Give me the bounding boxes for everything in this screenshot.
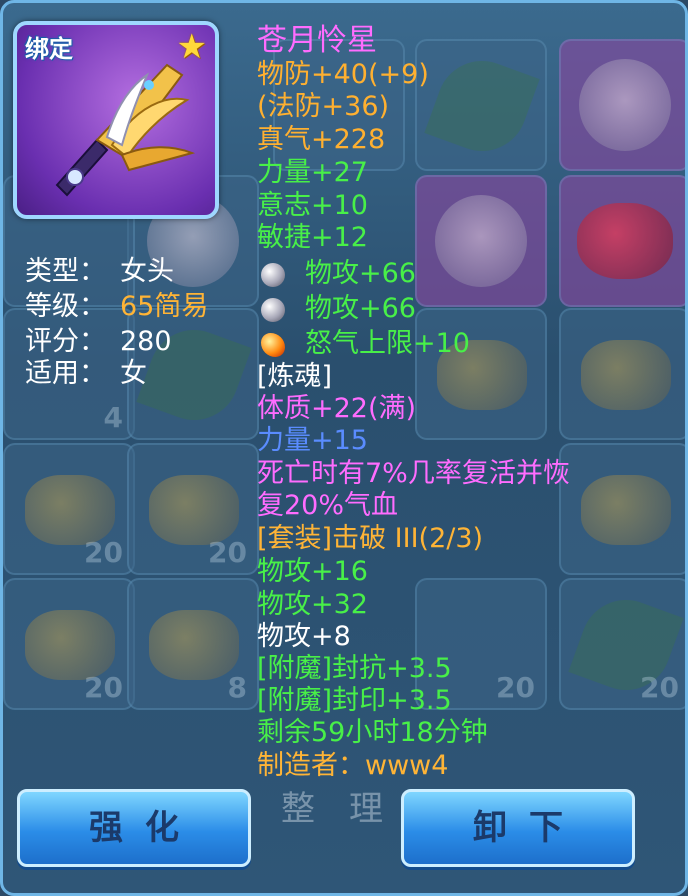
item-count: 4 <box>103 401 123 434</box>
gem-row-1: 物攻+66 <box>257 258 416 290</box>
item-name: 苍月怜星 <box>257 23 377 58</box>
soul-header: [炼魂] <box>257 361 333 392</box>
banana-icon <box>25 475 115 545</box>
inventory-slot <box>415 39 547 171</box>
item-count: 20 <box>84 671 123 704</box>
banana-icon <box>149 610 239 680</box>
item-type-value: 女头 <box>120 256 174 287</box>
item-count: 8 <box>227 671 247 704</box>
attr-agility: 敏捷+12 <box>257 222 368 253</box>
attr-strength: 力量+27 <box>257 157 368 188</box>
item-level-value: 65简易 <box>120 291 209 322</box>
item-type-label: 类型： <box>25 256 106 287</box>
item-usage-label: 适用： <box>25 358 106 389</box>
item-tooltip-window: 4 20 20 20 8 20 20 绑定 ★ 类型： 女头 等级： 65简易 评分… <box>0 0 688 896</box>
item-count: 20 <box>84 536 123 569</box>
item-score-label: 评分： <box>25 326 106 357</box>
soul-attr-3-line-1: 死亡时有7%几率复活并恢 <box>257 458 570 489</box>
set-attr-2: 物攻+32 <box>257 589 368 620</box>
banana-icon <box>581 475 671 545</box>
item-score-row: 评分： 280 <box>25 325 172 359</box>
gem-attr-1: 物攻+66 <box>305 258 416 289</box>
diamond-gem-icon <box>261 297 285 322</box>
item-type-row: 类型： 女头 <box>25 255 174 289</box>
maker-line: 制造者：www4 <box>257 750 449 781</box>
feather-headdress-icon <box>55 63 196 197</box>
inventory-slot <box>559 443 685 575</box>
banana-icon <box>149 475 239 545</box>
inventory-slot <box>559 308 685 440</box>
set-attr-1: 物攻+16 <box>257 556 368 587</box>
gem-row-2: 物攻+66 <box>257 293 416 325</box>
enhance-button[interactable]: 强化 <box>17 789 251 867</box>
banana-icon <box>581 340 671 410</box>
equipment-icon-slot[interactable]: 绑定 ★ <box>13 21 219 219</box>
soul-attr-1: 体质+22(满) <box>257 393 417 424</box>
enchant-attr-2: [附魔]封印+3.5 <box>257 685 452 716</box>
attr-will: 意志+10 <box>257 190 368 221</box>
remaining-time: 剩余59小时18分钟 <box>257 717 488 748</box>
inventory-slot: 8 <box>127 578 259 710</box>
gem-attr-3: 怒气上限+10 <box>305 328 470 359</box>
inventory-slot <box>415 175 547 307</box>
character-portrait-icon <box>579 59 671 151</box>
set-bonus-header: [套装]击破 III(2/3) <box>257 523 484 554</box>
item-count: 20 <box>496 671 535 704</box>
enchant-attr-1: [附魔]封抗+3.5 <box>257 653 452 684</box>
inventory-slot: 20 <box>559 578 685 710</box>
soul-attr-2: 力量+15 <box>257 425 368 456</box>
fire-gem-icon <box>261 332 285 357</box>
panda-mask-icon <box>435 195 527 287</box>
inventory-slot <box>559 39 685 171</box>
attr-true-qi: 真气+228 <box>257 124 386 155</box>
banana-icon <box>25 610 115 680</box>
inventory-slot <box>559 175 685 307</box>
gem-attr-2: 物攻+66 <box>305 293 416 324</box>
item-count: 20 <box>208 536 247 569</box>
unequip-button[interactable]: 卸下 <box>401 789 635 867</box>
attr-magic-def: (法防+36) <box>257 91 390 122</box>
item-usage-row: 适用： 女 <box>25 357 147 391</box>
item-level-label: 等级： <box>25 291 106 322</box>
attr-phys-def: 物防+40(+9) <box>257 59 429 90</box>
soul-attr-3-line-2: 复20%气血 <box>257 490 399 521</box>
item-count: 20 <box>640 671 679 704</box>
inventory-slot: 20 <box>3 443 135 575</box>
sort-button[interactable]: 整理 <box>281 789 417 829</box>
diamond-gem-icon <box>261 262 285 287</box>
inventory-slot: 20 <box>3 578 135 710</box>
set-attr-3: 物攻+8 <box>257 621 351 652</box>
gem-row-3: 怒气上限+10 <box>257 328 470 360</box>
item-level-row: 等级： 65简易 <box>25 290 208 324</box>
item-score-value: 280 <box>120 326 172 357</box>
item-usage-value: 女 <box>120 358 147 389</box>
inventory-slot: 20 <box>127 443 259 575</box>
berry-icon <box>577 203 673 279</box>
herb-icon <box>424 48 540 164</box>
